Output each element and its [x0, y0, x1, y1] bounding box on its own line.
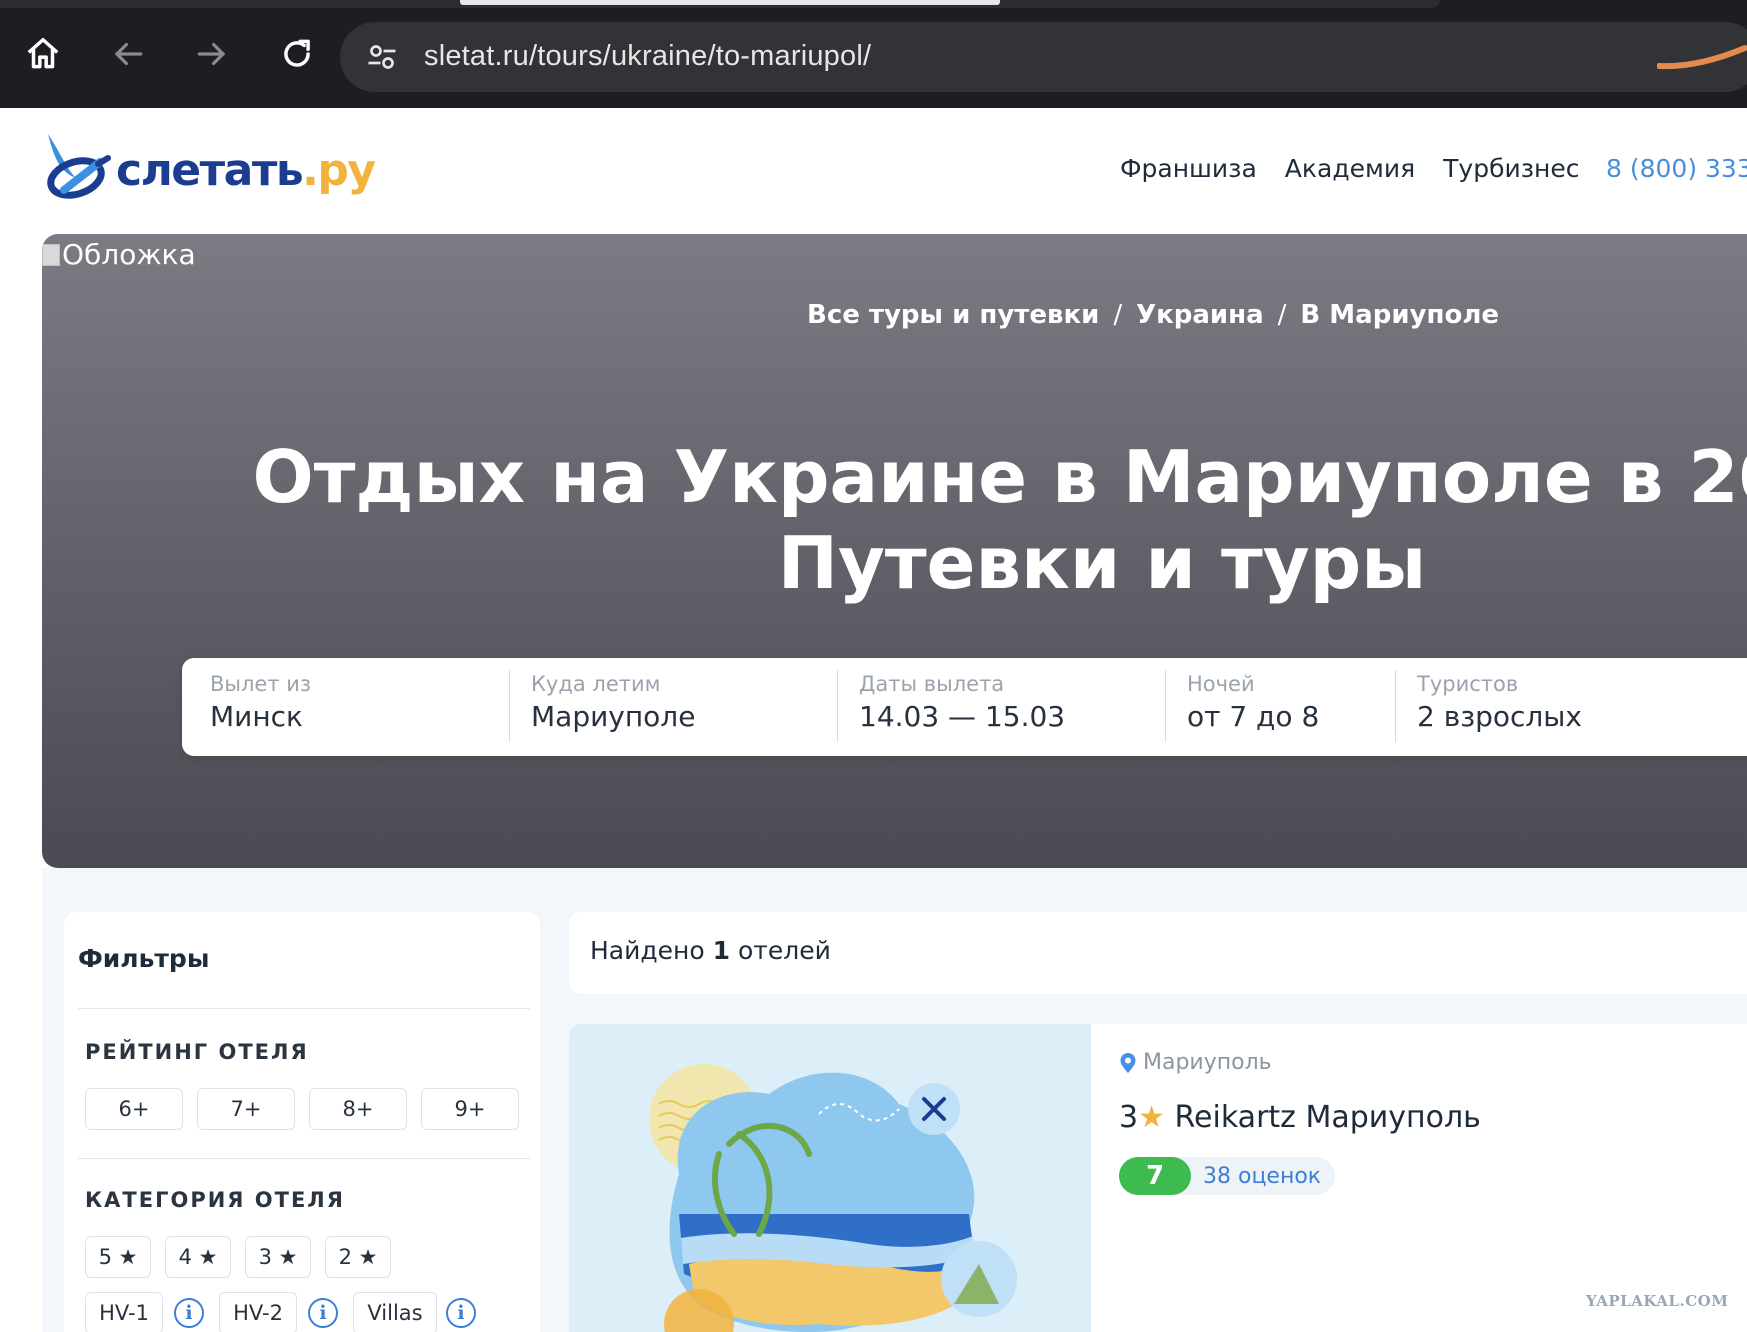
hotel-rating: 7 38 оценок: [1119, 1157, 1336, 1195]
breadcrumb-all-tours[interactable]: Все туры и путевки: [807, 300, 1099, 330]
hotel-name[interactable]: 3★ Reikartz Мариуполь: [1119, 1100, 1481, 1135]
star-icon: ★: [1138, 1100, 1165, 1135]
filters-title: Фильтры: [78, 944, 210, 973]
map-pin-icon: [1120, 1052, 1136, 1073]
home-button[interactable]: [15, 26, 71, 82]
hotel-location: Мариуполь: [1119, 1050, 1272, 1075]
hero-banner: Обложка Все туры и путевки / Украина / В Мар…: [42, 234, 1747, 868]
dates-label: Даты вылета: [859, 672, 1005, 696]
results-summary: Найдено 1 отелей: [569, 912, 1747, 994]
page-title: Отдых на Украине в Мариуполе в 2025 г Пу…: [42, 434, 1747, 606]
nav-tourbusiness[interactable]: Турбизнес: [1443, 154, 1579, 183]
category-chip-4star[interactable]: 4 ★: [165, 1236, 231, 1278]
rating-chip-6[interactable]: 6+: [85, 1088, 183, 1130]
page-title-line2: Путевки и туры: [777, 521, 1427, 605]
destination-field[interactable]: Куда летим Мариуполе: [531, 672, 831, 744]
rating-filter-title: РЕЙТИНГ ОТЕЛЯ: [85, 1040, 309, 1064]
nights-field[interactable]: Ночей от 7 до 8: [1187, 672, 1387, 744]
page-title-line1: Отдых на Украине в Мариуполе в 2025 г: [252, 435, 1747, 519]
hotel-location-text: Мариуполь: [1143, 1050, 1272, 1075]
arrow-left-icon: [114, 42, 143, 66]
rating-chip-7[interactable]: 7+: [197, 1088, 295, 1130]
breadcrumb-separator: /: [1277, 300, 1287, 330]
field-divider: [837, 670, 838, 742]
forward-button[interactable]: [184, 26, 240, 82]
field-divider: [1165, 670, 1166, 742]
category-chip-hv2[interactable]: HV-2: [219, 1292, 297, 1332]
url-text[interactable]: sletat.ru/tours/ukraine/to-mariupol/: [424, 40, 871, 73]
field-divider: [1395, 670, 1396, 742]
category-chip-hv1[interactable]: HV-1: [85, 1292, 163, 1332]
results-count-text: Найдено 1 отелей: [590, 936, 831, 965]
site-header: слетать.ру Франшиза Академия Турбизнес 8…: [0, 108, 1747, 234]
back-button[interactable]: [100, 26, 156, 82]
departure-value[interactable]: Минск: [210, 700, 500, 733]
reload-icon: [284, 39, 310, 67]
breadcrumb-current: В Мариуполе: [1300, 300, 1499, 330]
info-icon[interactable]: i: [308, 1298, 338, 1328]
phone-link[interactable]: 8 (800) 333-9: [1606, 154, 1747, 183]
reload-button[interactable]: [269, 26, 325, 82]
category-chip-2star[interactable]: 2 ★: [325, 1236, 391, 1278]
browser-toolbar: sletat.ru/tours/ukraine/to-mariupol/: [0, 0, 1747, 108]
top-navigation: Франшиза Академия Турбизнес: [1120, 154, 1580, 183]
broken-image-icon: [42, 243, 60, 266]
bird-logo-icon: [47, 134, 111, 199]
tourists-label: Туристов: [1417, 672, 1519, 696]
category-chip-villas[interactable]: Villas: [353, 1292, 437, 1332]
filters-divider: [78, 1158, 530, 1159]
nights-value[interactable]: от 7 до 8: [1187, 700, 1387, 733]
nights-label: Ночей: [1187, 672, 1255, 696]
beach-illustration: [649, 1064, 1017, 1332]
departure-field[interactable]: Вылет из Минск: [210, 672, 500, 744]
pen-scribble: [1657, 45, 1747, 70]
cover-image-placeholder: Обложка: [42, 238, 196, 271]
rating-badge: 7: [1119, 1157, 1191, 1195]
active-tab-indicator: [460, 0, 1000, 5]
search-form: Вылет из Минск Куда летим Мариуполе Даты…: [182, 658, 1747, 756]
results-count: 1: [712, 936, 731, 965]
home-icon: [27, 38, 59, 69]
destination-label: Куда летим: [531, 672, 661, 696]
category-chip-3star[interactable]: 3 ★: [245, 1236, 311, 1278]
tourists-field[interactable]: Туристов 2 взрослых: [1417, 672, 1677, 744]
hotel-card[interactable]: Мариуполь 3★ Reikartz Мариуполь 7 38 оце…: [569, 1024, 1747, 1332]
address-bar[interactable]: sletat.ru/tours/ukraine/to-mariupol/: [340, 22, 1747, 92]
category-chip-5star[interactable]: 5 ★: [85, 1236, 151, 1278]
destination-value[interactable]: Мариуполе: [531, 700, 831, 733]
category-filter-title: КАТЕГОРИЯ ОТЕЛЯ: [85, 1188, 345, 1212]
departure-label: Вылет из: [210, 672, 312, 696]
nav-academy[interactable]: Академия: [1285, 154, 1415, 183]
cover-alt-text: Обложка: [62, 238, 196, 271]
site-logo[interactable]: слетать.ру: [40, 128, 376, 208]
rating-chip-9[interactable]: 9+: [421, 1088, 519, 1130]
watermark: YAPLAKAL.COM: [1586, 1292, 1729, 1310]
breadcrumb-ukraine[interactable]: Украина: [1136, 300, 1264, 330]
hotel-placeholder-image[interactable]: [569, 1024, 1091, 1332]
breadcrumb-separator: /: [1113, 300, 1123, 330]
site-settings-icon[interactable]: [364, 39, 400, 75]
info-icon[interactable]: i: [174, 1298, 204, 1328]
nav-franchise[interactable]: Франшиза: [1120, 154, 1257, 183]
filters-divider: [78, 1008, 530, 1009]
filters-panel: Фильтры РЕЙТИНГ ОТЕЛЯ 6+ 7+ 8+ 9+ КАТЕГО…: [64, 912, 540, 1332]
arrow-right-icon: [197, 42, 226, 66]
hotel-stars: 3: [1119, 1100, 1139, 1135]
rating-chip-8[interactable]: 8+: [309, 1088, 407, 1130]
dates-field[interactable]: Даты вылета 14.03 — 15.03: [859, 672, 1159, 744]
info-icon[interactable]: i: [446, 1298, 476, 1328]
dates-value[interactable]: 14.03 — 15.03: [859, 700, 1159, 733]
reviews-link[interactable]: 38 оценок: [1203, 1164, 1321, 1189]
logo-wordmark: слетать.ру: [116, 144, 376, 196]
field-divider: [509, 670, 510, 742]
tourists-value[interactable]: 2 взрослых: [1417, 700, 1677, 733]
breadcrumb: Все туры и путевки / Украина / В Мариуполе: [807, 300, 1499, 330]
hotel-name-text[interactable]: Reikartz Мариуполь: [1175, 1100, 1481, 1135]
